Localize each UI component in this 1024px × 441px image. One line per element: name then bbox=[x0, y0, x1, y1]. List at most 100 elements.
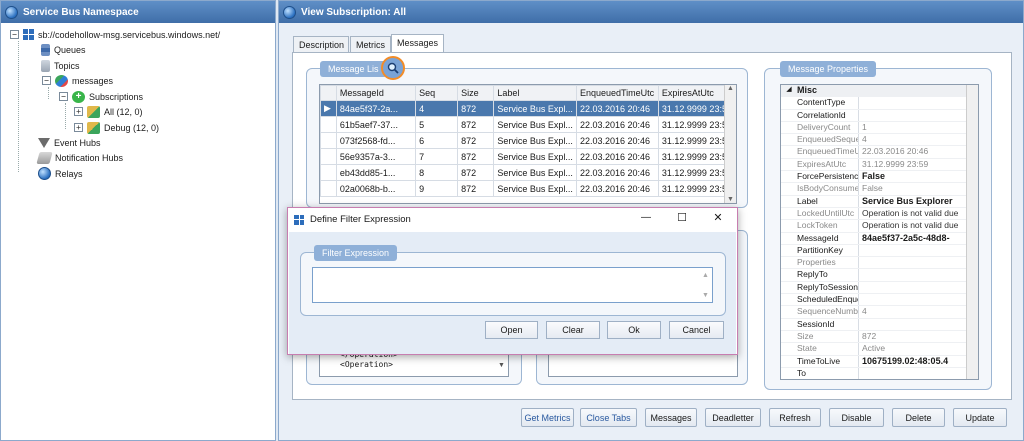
property-row[interactable]: EnqueuedSequence4 bbox=[781, 134, 978, 147]
row-selector[interactable] bbox=[320, 180, 337, 197]
filter-expression-input[interactable] bbox=[312, 267, 713, 303]
tab-description[interactable]: Description bbox=[293, 36, 349, 53]
column-header[interactable]: EnqueuedTimeUtc bbox=[575, 85, 659, 101]
property-row[interactable]: CorrelationId bbox=[781, 109, 978, 122]
row-selector[interactable] bbox=[320, 116, 337, 133]
property-name: ReplyToSessionId bbox=[781, 281, 859, 294]
property-row[interactable]: MessageId 84ae5f37-2a5c-48d8- bbox=[781, 232, 978, 245]
property-row[interactable]: ReplyToSessionId bbox=[781, 281, 978, 295]
collapse-toggle[interactable]: − bbox=[59, 92, 68, 101]
column-header[interactable]: MessageId bbox=[335, 85, 417, 101]
filter-search-button[interactable] bbox=[381, 56, 405, 80]
property-row[interactable]: SessionId bbox=[781, 318, 978, 331]
expand-toggle[interactable]: + bbox=[74, 123, 83, 132]
tree-item-subscriptions[interactable]: − + Subscriptions bbox=[59, 89, 143, 104]
property-row[interactable]: Label Service Bus Explorer bbox=[781, 195, 978, 208]
collapse-toggle[interactable]: − bbox=[42, 76, 51, 85]
scroll-up-icon[interactable]: ▲ bbox=[702, 272, 709, 279]
row-selector[interactable] bbox=[320, 132, 337, 149]
property-value: Operation is not valid due bbox=[862, 220, 959, 231]
messages-button[interactable]: Messages bbox=[645, 408, 697, 427]
subscription-icon bbox=[87, 105, 100, 118]
clear-button[interactable]: Clear bbox=[546, 321, 600, 339]
property-row[interactable]: ContentType bbox=[781, 97, 978, 110]
ok-button[interactable]: Ok bbox=[607, 321, 661, 339]
property-value: 1 bbox=[862, 121, 867, 132]
tree-item-sub-debug[interactable]: + Debug (12, 0) bbox=[74, 120, 159, 135]
property-row[interactable]: LockedUntilUtc Operation is not valid due bbox=[781, 207, 978, 221]
property-value: Service Bus Explorer bbox=[862, 195, 953, 206]
tab-metrics[interactable]: Metrics bbox=[350, 36, 391, 53]
table-row[interactable]: 56e9357a-3... 7 872 Service Bus Expl... … bbox=[320, 148, 736, 165]
column-header[interactable]: Seq bbox=[415, 85, 459, 101]
tree-label-subscriptions: Subscriptions bbox=[89, 91, 144, 102]
expand-toggle[interactable]: + bbox=[74, 107, 83, 116]
table-cell: Service Bus Expl... bbox=[493, 148, 577, 165]
property-name: ExpiresAtUtc bbox=[781, 158, 859, 171]
column-header[interactable]: Size bbox=[457, 85, 495, 101]
property-row[interactable]: EnqueuedTimeUtc22.03.2016 20:46 bbox=[781, 146, 978, 159]
collapse-toggle[interactable]: − bbox=[10, 30, 19, 39]
update-button[interactable]: Update bbox=[953, 408, 1007, 427]
deadletter-button[interactable]: Deadletter bbox=[705, 408, 761, 427]
dialog-titlebar[interactable]: Define Filter Expression bbox=[288, 208, 737, 231]
tree-item-namespace[interactable]: − sb://codehollow-msg.servicebus.windows… bbox=[10, 27, 220, 42]
tree-item-topics[interactable]: Topics bbox=[41, 58, 80, 73]
cancel-button[interactable]: Cancel bbox=[669, 321, 724, 339]
scroll-down-icon[interactable]: ▼ bbox=[725, 196, 736, 203]
table-row[interactable]: 073f2568-fd... 6 872 Service Bus Expl...… bbox=[320, 132, 736, 149]
property-grid-scrollbar[interactable] bbox=[966, 85, 978, 379]
property-row[interactable]: ForcePersistence False bbox=[781, 171, 978, 184]
open-button[interactable]: Open bbox=[485, 321, 538, 339]
tree-item-queues[interactable]: Queues bbox=[41, 42, 86, 57]
close-button[interactable]: ✕ bbox=[710, 211, 726, 224]
tree-item-event-hubs[interactable]: Event Hubs bbox=[38, 135, 101, 150]
property-row[interactable]: To bbox=[781, 367, 978, 379]
scroll-down-icon[interactable]: ▼ bbox=[702, 292, 709, 299]
property-value bbox=[859, 319, 978, 330]
tree-label-notification-hubs: Notification Hubs bbox=[55, 152, 124, 163]
property-value: False bbox=[862, 183, 883, 194]
property-row[interactable]: ExpiresAtUtc 31.12.9999 23:59 bbox=[781, 158, 978, 172]
maximize-button[interactable]: ☐ bbox=[674, 211, 690, 224]
property-row[interactable]: Size 872 bbox=[781, 330, 978, 344]
queue-icon bbox=[41, 43, 50, 56]
property-row[interactable]: LockToken Operation is not valid due bbox=[781, 220, 978, 233]
property-category[interactable]: ◢ Misc bbox=[781, 85, 978, 98]
tree-item-topic-messages[interactable]: − messages bbox=[42, 73, 113, 88]
property-row[interactable]: State Active bbox=[781, 343, 978, 356]
table-row[interactable]: 02a0068b-b... 9 872 Service Bus Expl... … bbox=[320, 180, 736, 197]
collapse-category-icon[interactable]: ◢ bbox=[781, 85, 797, 96]
property-value bbox=[859, 245, 978, 256]
row-selector[interactable] bbox=[320, 148, 337, 165]
property-row[interactable]: TimeToLive 10675199.02:48:05.4 bbox=[781, 355, 978, 368]
property-value: 4 bbox=[862, 134, 867, 145]
refresh-button[interactable]: Refresh bbox=[769, 408, 821, 427]
property-row[interactable]: DeliveryCount 1 bbox=[781, 121, 978, 135]
get-metrics-button[interactable]: Get Metrics bbox=[521, 408, 574, 427]
close-tabs-button[interactable]: Close Tabs bbox=[580, 408, 637, 427]
column-header[interactable]: Label bbox=[493, 85, 577, 101]
table-row[interactable]: 61b5aef7-37... 5 872 Service Bus Expl...… bbox=[320, 116, 736, 133]
row-selector[interactable] bbox=[320, 164, 337, 181]
grid-scrollbar[interactable]: ▲ ▼ bbox=[724, 85, 736, 203]
table-row[interactable]: eb43dd85-1... 8 872 Service Bus Expl... … bbox=[320, 164, 736, 181]
property-row[interactable]: Properties bbox=[781, 257, 978, 270]
scroll-up-icon[interactable]: ▲ bbox=[725, 85, 736, 92]
delete-button[interactable]: Delete bbox=[892, 408, 945, 427]
scroll-down-icon[interactable]: ▼ bbox=[498, 362, 505, 369]
property-row[interactable]: PartitionKey bbox=[781, 244, 978, 258]
tree-line bbox=[18, 41, 19, 172]
minimize-button[interactable]: — bbox=[638, 212, 654, 223]
property-row[interactable]: SequenceNumber 4 bbox=[781, 306, 978, 319]
disable-button[interactable]: Disable bbox=[829, 408, 884, 427]
tree-item-relays[interactable]: Relays bbox=[38, 166, 83, 181]
tree-item-sub-all[interactable]: + All (12, 0) bbox=[74, 104, 143, 119]
property-row[interactable]: ReplyTo bbox=[781, 269, 978, 282]
tree-item-notification-hubs[interactable]: Notification Hubs bbox=[36, 150, 124, 165]
row-selector[interactable]: ▶ bbox=[320, 100, 337, 117]
table-row[interactable]: ▶ 84ae5f37-2a... 4 872 Service Bus Expl.… bbox=[320, 100, 736, 117]
property-row[interactable]: ScheduledEnqueue bbox=[781, 294, 978, 307]
tab-messages[interactable]: Messages bbox=[391, 34, 444, 53]
property-row[interactable]: IsBodyConsumed False bbox=[781, 183, 978, 196]
